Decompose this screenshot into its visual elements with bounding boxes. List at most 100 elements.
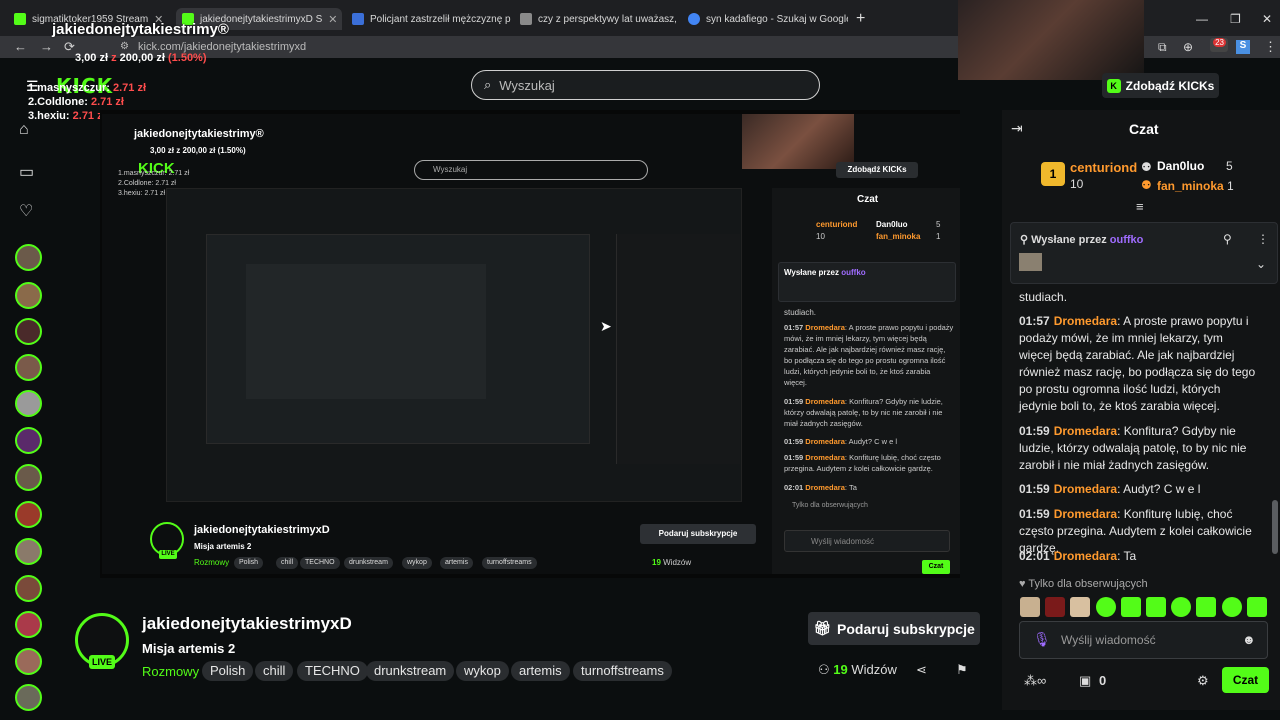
chat-message-user[interactable]: Dromedara — [1054, 424, 1117, 438]
mirror-live-badge: LIVE — [159, 550, 177, 559]
menu-icon[interactable]: ⋮ — [1264, 39, 1277, 55]
rank-3: 3.hexiu: 2.71 zł — [28, 110, 106, 122]
minimize-icon[interactable]: — — [1196, 12, 1208, 26]
following-heart-icon[interactable]: ♡ — [19, 201, 33, 221]
close-icon[interactable]: ✕ — [328, 13, 337, 26]
kicks-store-icon[interactable]: ▣ — [1079, 673, 1091, 689]
emote-icon[interactable] — [1247, 597, 1267, 617]
chat-message-time: 01:59 — [1019, 507, 1050, 521]
video-player[interactable]: jakiedonejtytakiestrimy® 3,00 zł z 200,0… — [100, 110, 960, 578]
s-extension-icon[interactable]: S — [1236, 40, 1250, 54]
emote-icon[interactable] — [1171, 597, 1191, 617]
viewer-count-number: 19 — [833, 662, 848, 677]
leaderboard-name[interactable]: fan_minoka — [1157, 179, 1224, 193]
followed-channel-avatar[interactable] — [15, 318, 42, 345]
followed-channel-avatar[interactable] — [15, 244, 42, 271]
pinned-menu-icon[interactable]: ⋮ — [1257, 232, 1269, 246]
emote-icon[interactable] — [1146, 597, 1166, 617]
leaderboard-name[interactable]: centuriond — [1070, 160, 1137, 175]
mirror-channel-name: jakiedonejtytakiestrimyxD — [194, 524, 330, 536]
back-icon[interactable]: ← — [14, 39, 27, 54]
mirror-chat-placeholder: Wyślij wiadomość — [811, 537, 875, 546]
mirror-goal: 3,00 zł z 200,00 zł (1.50%) — [150, 146, 246, 155]
get-kicks-button[interactable]: K Zdobądź KICKs — [1102, 73, 1219, 98]
chat-message-user[interactable]: Dromedara — [1054, 314, 1117, 328]
followed-channel-avatar[interactable] — [15, 427, 42, 454]
gift-subscriptions-button[interactable]: 🎁︎ Podaruj subskrypcje — [808, 612, 980, 645]
mirror-chat-send: Czat — [922, 560, 950, 574]
maximize-icon[interactable]: ❐ — [1230, 12, 1241, 26]
emote-icon[interactable] — [1222, 597, 1242, 617]
followed-channel-avatar[interactable] — [15, 611, 42, 638]
tag-artemis[interactable]: artemis — [511, 661, 570, 681]
followed-channel-avatar[interactable] — [15, 538, 42, 565]
chevron-down-icon[interactable]: ⌄ — [1256, 257, 1266, 271]
followed-channel-avatar[interactable] — [15, 464, 42, 491]
game-icon[interactable]: ⊕ — [1183, 40, 1193, 54]
chat-scrollbar[interactable] — [1272, 500, 1278, 554]
chat-send-button[interactable]: Czat — [1222, 667, 1269, 693]
extension-badge[interactable]: 23 — [1210, 38, 1228, 52]
chat-message-user[interactable]: Dromedara — [1054, 507, 1117, 521]
browse-icon[interactable]: ▭ — [19, 162, 34, 182]
followers-only-notice: ♥ Tylko dla obserwujących — [1019, 578, 1148, 590]
pinned-user[interactable]: ouffko — [1110, 234, 1144, 246]
category-link[interactable]: Rozmowy — [142, 664, 199, 679]
microphone-icon[interactable]: 🎙︎ — [1033, 631, 1051, 648]
tag-techno[interactable]: TECHNO — [297, 661, 368, 681]
chat-message-text: Audyt? C w e l — [1123, 482, 1201, 496]
site-favicon-icon — [352, 13, 364, 25]
chat-message-text: Ta — [1123, 549, 1137, 563]
chat-message-user[interactable]: Dromedara — [1054, 549, 1117, 563]
chat-settings-icon[interactable]: ⚙ — [1197, 673, 1209, 689]
share-icon[interactable]: ⋖ — [916, 662, 927, 678]
mirror-leader-num: 10 — [816, 232, 825, 241]
forward-icon[interactable]: → — [40, 39, 53, 54]
mirror-rank: 1.masnyszczur: 2.71 zł — [118, 170, 190, 177]
emoji-picker-icon[interactable]: ☻ — [1242, 632, 1256, 647]
reload-icon[interactable]: ⟳ — [64, 39, 75, 55]
tab-label: Policjant zastrzelił mężczyznę p — [370, 13, 511, 25]
mirror-tag: Polish — [234, 557, 264, 569]
pinned-by-text: Wysłane przez — [1031, 234, 1107, 246]
followed-channel-avatar[interactable] — [15, 501, 42, 528]
extensions-icon[interactable]: ⧉ — [1158, 40, 1167, 55]
leaderboard-name[interactable]: Dan0luo — [1157, 159, 1204, 173]
new-tab-button[interactable]: + — [856, 10, 865, 28]
pinned-message[interactable] — [1010, 222, 1278, 284]
emote-icon[interactable] — [1121, 597, 1141, 617]
tag-polish[interactable]: Polish — [202, 661, 254, 681]
nested-chat-panel — [616, 234, 740, 464]
emote-icon[interactable] — [1070, 597, 1090, 617]
emote-icon[interactable] — [1196, 597, 1216, 617]
search-input[interactable]: ⌕ Wyszukaj — [471, 70, 820, 100]
chat-message-user[interactable]: Dromedara — [1054, 482, 1117, 496]
unpin-icon[interactable]: ⚲ — [1223, 232, 1232, 246]
collapse-chat-icon[interactable]: ⇥ — [1011, 120, 1023, 137]
tab-czy-z-perspektywy[interactable]: czy z perspektywy lat uważasz, ż ✕ — [520, 8, 680, 30]
report-user-icon[interactable]: ⚑ — [956, 662, 968, 678]
tag-wykop[interactable]: wykop — [456, 661, 509, 681]
channel-name[interactable]: jakiedonejtytakiestrimyxD — [142, 614, 352, 634]
emote-icon[interactable] — [1096, 597, 1116, 617]
tag-chill[interactable]: chill — [255, 661, 294, 681]
followed-channel-avatar[interactable] — [15, 648, 42, 675]
tab-google-search[interactable]: syn kadafiego - Szukaj w Google ✕ — [688, 8, 848, 30]
site-info-icon[interactable]: ⚙ — [120, 41, 129, 52]
emote-icon[interactable] — [1020, 597, 1040, 617]
close-window-icon[interactable]: ✕ — [1262, 12, 1272, 26]
home-icon[interactable]: ⌂ — [19, 121, 29, 139]
followed-channel-avatar[interactable] — [15, 575, 42, 602]
expand-leaderboard-icon[interactable]: ≡ — [1136, 199, 1144, 214]
tag-turnoffstreams[interactable]: turnoffstreams — [573, 661, 672, 681]
mirror-sub-button: Podaruj subskrypcje — [640, 524, 756, 544]
followed-channel-avatar[interactable] — [15, 354, 42, 381]
mirror-msg-user: Dromedara — [805, 323, 845, 332]
tag-drunkstream[interactable]: drunkstream — [366, 661, 455, 681]
followed-channel-avatar[interactable] — [15, 282, 42, 309]
followed-channel-avatar[interactable] — [15, 390, 42, 417]
points-icon[interactable]: ⁂∞ — [1024, 673, 1046, 689]
emote-icon[interactable] — [1045, 597, 1065, 617]
tab-policjant[interactable]: Policjant zastrzelił mężczyznę p ✕ — [352, 8, 512, 30]
followed-channel-avatar[interactable] — [15, 684, 42, 711]
